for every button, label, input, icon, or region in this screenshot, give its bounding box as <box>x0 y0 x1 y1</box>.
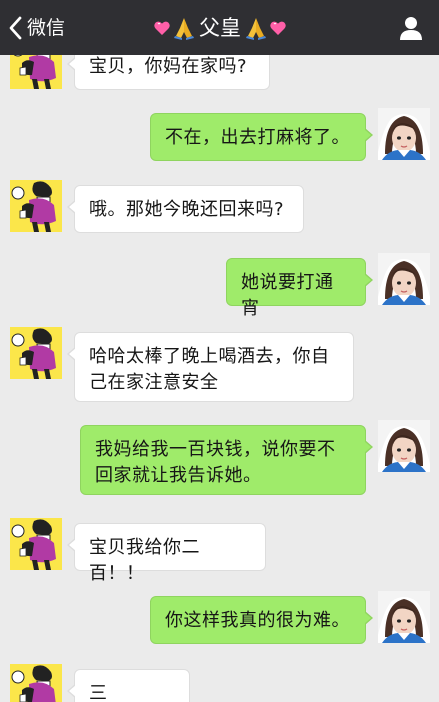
heart-emoji <box>154 21 170 35</box>
my-avatar[interactable] <box>378 591 430 643</box>
message-row: 哈哈太棒了晚上喝酒去，你自 己在家注意安全 <box>0 327 439 403</box>
my-avatar[interactable] <box>378 108 430 160</box>
message-row: 三百！！！ <box>0 664 439 702</box>
message-bubble[interactable]: 她说要打通宵 <box>226 258 373 319</box>
message-bubble[interactable]: 宝贝我给你二百！！ <box>67 523 266 584</box>
chevron-left-icon <box>9 16 22 40</box>
message-row: 宝贝我给你二百！！ <box>0 518 439 584</box>
message-row: 不在，出去打麻将了。 <box>0 108 439 168</box>
praying-hands-emoji <box>174 18 194 40</box>
back-button-label: 微信 <box>27 17 66 39</box>
person-icon <box>400 17 422 40</box>
top-navigation-bar: 微信 父皇 <box>0 0 439 55</box>
message-row: 你这样我真的很为难。 <box>0 591 439 651</box>
father-avatar[interactable] <box>10 664 62 702</box>
heart-emoji <box>270 21 286 35</box>
praying-hands-emoji <box>246 18 266 40</box>
back-button[interactable]: 微信 <box>8 13 65 43</box>
my-avatar[interactable] <box>378 253 430 305</box>
message-bubble[interactable]: 我妈给我一百块钱，说你要不 回家就让我告诉她。 <box>80 425 373 495</box>
chat-title-text: 父皇 <box>199 16 241 40</box>
message-row: 她说要打通宵 <box>0 253 439 319</box>
message-bubble[interactable]: 哦。那她今晚还回来吗? <box>67 185 304 233</box>
my-avatar[interactable] <box>378 420 430 472</box>
chat-title: 父皇 <box>140 12 300 44</box>
message-bubble[interactable]: 三百！！！ <box>67 669 190 702</box>
father-avatar[interactable] <box>10 180 62 232</box>
message-row: 哦。那她今晚还回来吗? <box>0 180 439 240</box>
father-avatar[interactable] <box>10 518 62 570</box>
message-row: 我妈给我一百块钱，说你要不 回家就让我告诉她。 <box>0 420 439 496</box>
chat-info-button[interactable] <box>397 14 425 42</box>
message-bubble[interactable]: 不在，出去打麻将了。 <box>150 113 373 161</box>
message-bubble[interactable]: 你这样我真的很为难。 <box>150 596 373 644</box>
message-bubble[interactable]: 哈哈太棒了晚上喝酒去，你自 己在家注意安全 <box>67 332 354 402</box>
father-avatar[interactable] <box>10 327 62 379</box>
